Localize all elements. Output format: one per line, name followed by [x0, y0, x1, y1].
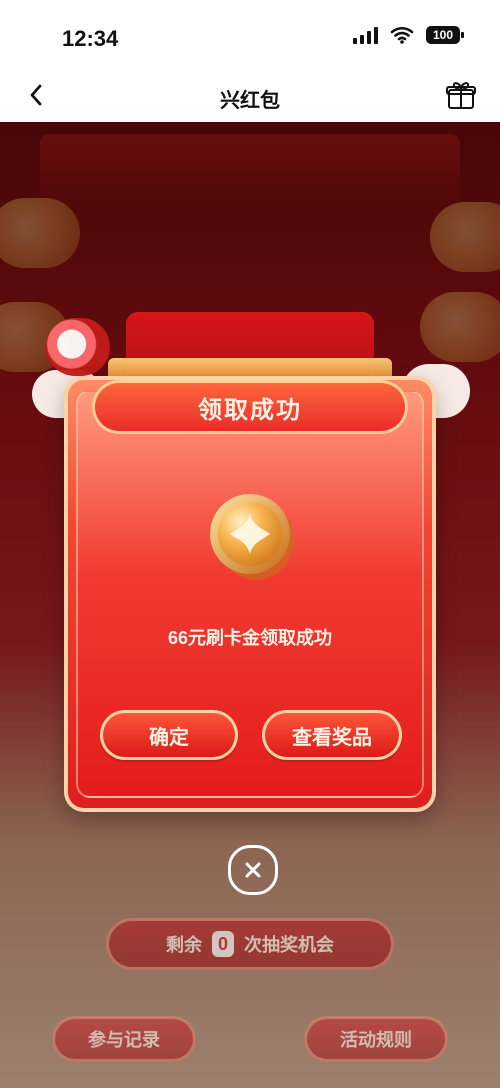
remaining-count: 0: [212, 931, 234, 957]
activity-rules-button[interactable]: 活动规则: [304, 1016, 448, 1062]
top-nav: 兴红包: [0, 70, 500, 123]
confirm-button[interactable]: 确定: [100, 710, 238, 760]
participation-records-button[interactable]: 参与记录: [52, 1016, 196, 1062]
screen: 12:34 100 兴红包 领取成功 66元刷卡金领取成功 确定 查看奖品 剩余…: [0, 0, 500, 1088]
view-prize-button-label: 查看奖品: [292, 726, 372, 749]
status-icons: 100: [353, 26, 464, 44]
close-icon: [245, 862, 261, 878]
remaining-prefix: 剩余: [166, 935, 202, 955]
page-title: 兴红包: [220, 90, 280, 112]
battery-level: 100: [432, 28, 454, 42]
status-time: 12:34: [62, 26, 119, 51]
activity-rules-label: 活动规则: [340, 1030, 412, 1050]
gift-icon[interactable]: [444, 78, 478, 112]
modal-roof-decoration: [108, 312, 392, 382]
participation-records-label: 参与记录: [88, 1030, 160, 1050]
lion-dance-decoration: [46, 318, 110, 376]
modal-title: 领取成功: [198, 396, 302, 424]
coin-icon: [210, 494, 294, 580]
wifi-icon: [390, 26, 414, 44]
remaining-suffix: 次抽奖机会: [244, 935, 334, 955]
confirm-button-label: 确定: [149, 726, 189, 749]
view-prize-button[interactable]: 查看奖品: [262, 710, 402, 760]
reward-message: 66元刷卡金领取成功: [167, 628, 333, 648]
battery-icon: 100: [426, 26, 464, 44]
close-button[interactable]: [228, 845, 278, 895]
remaining-chances: 剩余 0 次抽奖机会: [106, 918, 394, 970]
modal-title-banner: 领取成功: [92, 380, 408, 434]
status-bar: 12:34 100: [0, 0, 500, 70]
signal-icon: [353, 26, 378, 44]
